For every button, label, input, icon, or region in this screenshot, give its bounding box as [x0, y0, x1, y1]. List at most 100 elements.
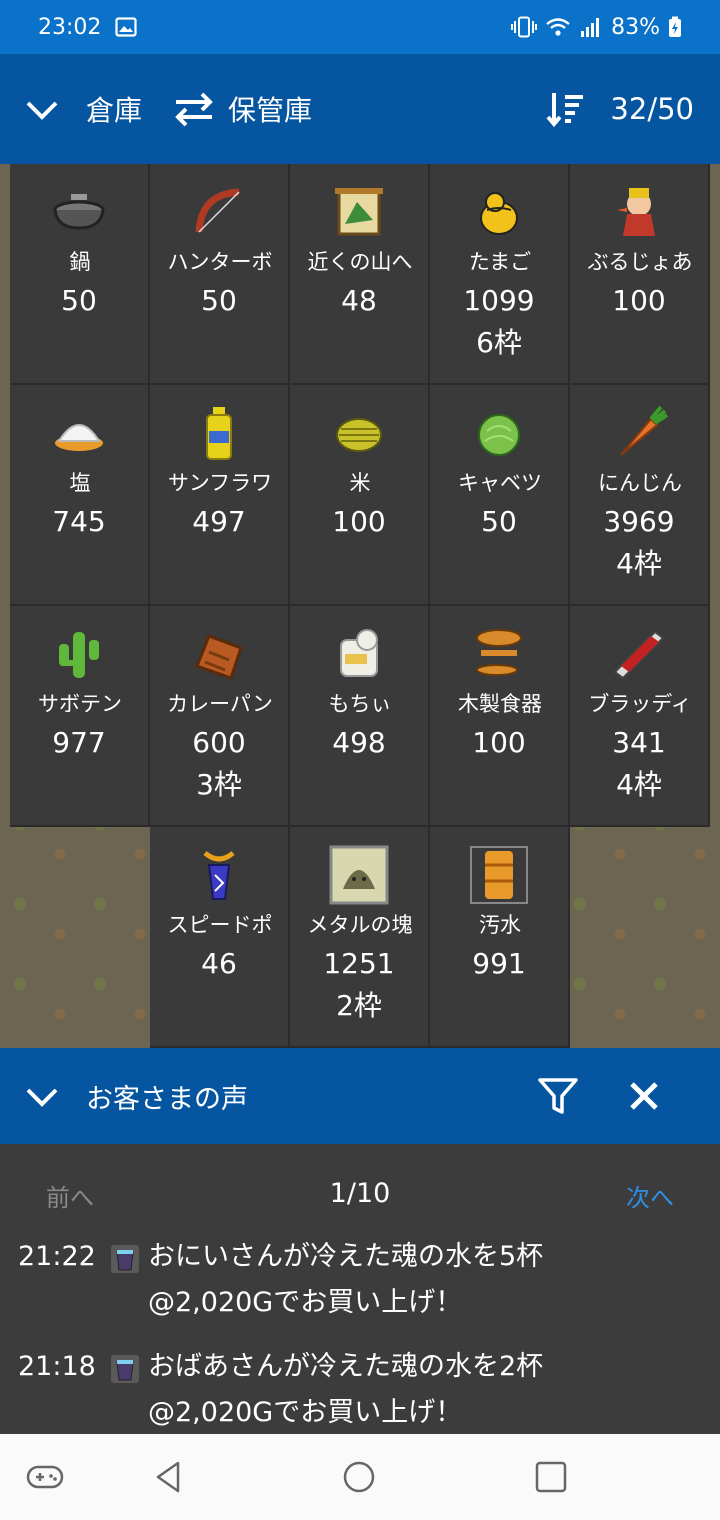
- wooden-dish-icon: [476, 629, 522, 676]
- review-text-line2: @2,020Gでお買い上げ！: [148, 1287, 463, 1318]
- home-icon[interactable]: [342, 1460, 376, 1494]
- gallery-icon: [115, 17, 138, 37]
- item-cell[interactable]: 木製食器 100: [430, 606, 570, 827]
- item-slots: 4枠: [616, 547, 662, 580]
- map-icon: [335, 188, 383, 236]
- item-name: サンフラワ: [167, 471, 273, 495]
- item-name: 木製食器: [458, 692, 542, 716]
- item-cell[interactable]: もちぃ 498: [290, 606, 430, 827]
- item-name: カレーパン: [167, 692, 273, 716]
- battery-level: 83%: [611, 14, 660, 40]
- bloody-blade-icon: [613, 630, 665, 680]
- oil-bottle-icon: [206, 407, 232, 460]
- item-slots: 4枠: [616, 768, 662, 801]
- battery-icon: [669, 16, 681, 37]
- item-name: スピードポ: [167, 913, 273, 937]
- item-cell[interactable]: ブラッディ 341 4枠: [570, 606, 710, 827]
- review-time: 21:18: [18, 1351, 96, 1382]
- item-cell[interactable]: キャベツ 50: [430, 385, 570, 606]
- item-name: にんじん: [598, 471, 682, 495]
- item-name: ブラッディ: [588, 692, 692, 716]
- item-quantity: 100: [332, 505, 386, 538]
- item-quantity: 991: [472, 947, 526, 980]
- speed-potion-icon: [203, 851, 235, 900]
- item-name: 鍋: [69, 250, 91, 274]
- dirty-water-icon: [470, 846, 528, 904]
- item-quantity: 50: [61, 284, 97, 317]
- reviews-panel: 1/10 前へ 次へ 21:22 おにいさんが冷えた魂の水を5杯 @2,020G…: [0, 1144, 720, 1434]
- item-slots: 6枠: [476, 326, 522, 359]
- item-quantity: 1099: [463, 284, 535, 317]
- cabbage-icon: [478, 414, 520, 456]
- back-icon[interactable]: [152, 1460, 184, 1494]
- item-cell[interactable]: 米 100: [290, 385, 430, 606]
- soul-water-cup-icon: [111, 1355, 139, 1383]
- item-cell[interactable]: メタルの塊 1251 2枠: [290, 827, 430, 1048]
- item-quantity: 1251: [323, 947, 395, 980]
- page-indicator: 1/10: [329, 1178, 391, 1209]
- item-quantity: 498: [332, 726, 386, 759]
- item-cell[interactable]: ハンターボ 50: [150, 164, 290, 385]
- gamepad-icon[interactable]: [26, 1462, 64, 1492]
- item-quantity: 3969: [603, 505, 675, 538]
- item-name: たまご: [468, 250, 532, 274]
- item-name: キャベツ: [458, 471, 542, 495]
- item-quantity: 600: [192, 726, 246, 759]
- item-count: 32/50: [610, 92, 694, 126]
- item-name: ハンターボ: [167, 250, 273, 274]
- vibrate-icon: [511, 16, 538, 38]
- item-cell[interactable]: 近くの山へ 48: [290, 164, 430, 385]
- egg-chick-icon: [480, 192, 518, 235]
- item-cell[interactable]: にんじん 3969 4枠: [570, 385, 710, 606]
- carrot-icon: [620, 405, 669, 456]
- item-name: 近くの山へ: [307, 250, 413, 274]
- item-cell[interactable]: ぶるじょあ 100: [570, 164, 710, 385]
- pot-icon: [53, 194, 105, 230]
- item-quantity: 50: [201, 284, 237, 317]
- reviews-header: お客さまの声: [0, 1048, 720, 1144]
- item-quantity: 48: [341, 284, 377, 317]
- item-cell[interactable]: サンフラワ 497: [150, 385, 290, 606]
- item-name: ぶるじょあ: [587, 250, 693, 274]
- item-quantity: 100: [612, 284, 666, 317]
- status-bar: 23:02 83%: [0, 0, 720, 54]
- prev-page-button[interactable]: 前へ: [46, 1178, 94, 1213]
- item-cell[interactable]: 汚水 991: [430, 827, 570, 1048]
- swap-icon[interactable]: [172, 89, 216, 129]
- rice-icon: [336, 418, 382, 452]
- item-quantity: 50: [481, 505, 517, 538]
- item-name: 米: [349, 471, 371, 495]
- item-name: メタルの塊: [307, 913, 413, 937]
- review-text-line1: おばあさんが冷えた魂の水を2杯: [148, 1351, 544, 1382]
- item-cell[interactable]: 鍋 50: [10, 164, 150, 385]
- item-cell[interactable]: カレーパン 600 3枠: [150, 606, 290, 827]
- review-message: 21:22 おにいさんが冷えた魂の水を5杯 @2,020Gでお買い上げ！: [18, 1234, 708, 1326]
- storage-toggle-label[interactable]: 保管庫: [228, 89, 312, 129]
- item-quantity: 100: [472, 726, 526, 759]
- item-quantity: 497: [192, 505, 246, 538]
- item-quantity: 977: [52, 726, 106, 759]
- item-cell[interactable]: サボテン 977: [10, 606, 150, 827]
- review-time: 21:22: [18, 1241, 96, 1272]
- item-quantity: 341: [612, 726, 666, 759]
- close-icon[interactable]: [626, 1078, 662, 1114]
- signal-icon: [581, 18, 600, 37]
- item-quantity: 745: [52, 505, 106, 538]
- bourgeois-icon: [617, 188, 655, 236]
- next-page-button[interactable]: 次へ: [626, 1178, 674, 1213]
- chevron-down-icon[interactable]: [22, 89, 62, 129]
- cactus-icon: [59, 632, 99, 678]
- item-slots: 2枠: [336, 989, 382, 1022]
- metal-slime-icon: [329, 845, 389, 905]
- mochi-icon: [340, 629, 378, 677]
- recents-icon[interactable]: [534, 1460, 568, 1494]
- warehouse-header: 倉庫 保管庫 32/50: [0, 54, 720, 164]
- sort-icon[interactable]: [546, 89, 586, 129]
- chevron-down-icon[interactable]: [22, 1076, 62, 1116]
- item-cell[interactable]: スピードポ 46: [150, 827, 290, 1048]
- wifi-icon: [546, 18, 570, 36]
- item-cell[interactable]: 塩 745: [10, 385, 150, 606]
- item-quantity: 46: [201, 947, 237, 980]
- item-cell[interactable]: たまご 1099 6枠: [430, 164, 570, 385]
- filter-icon[interactable]: [536, 1074, 580, 1118]
